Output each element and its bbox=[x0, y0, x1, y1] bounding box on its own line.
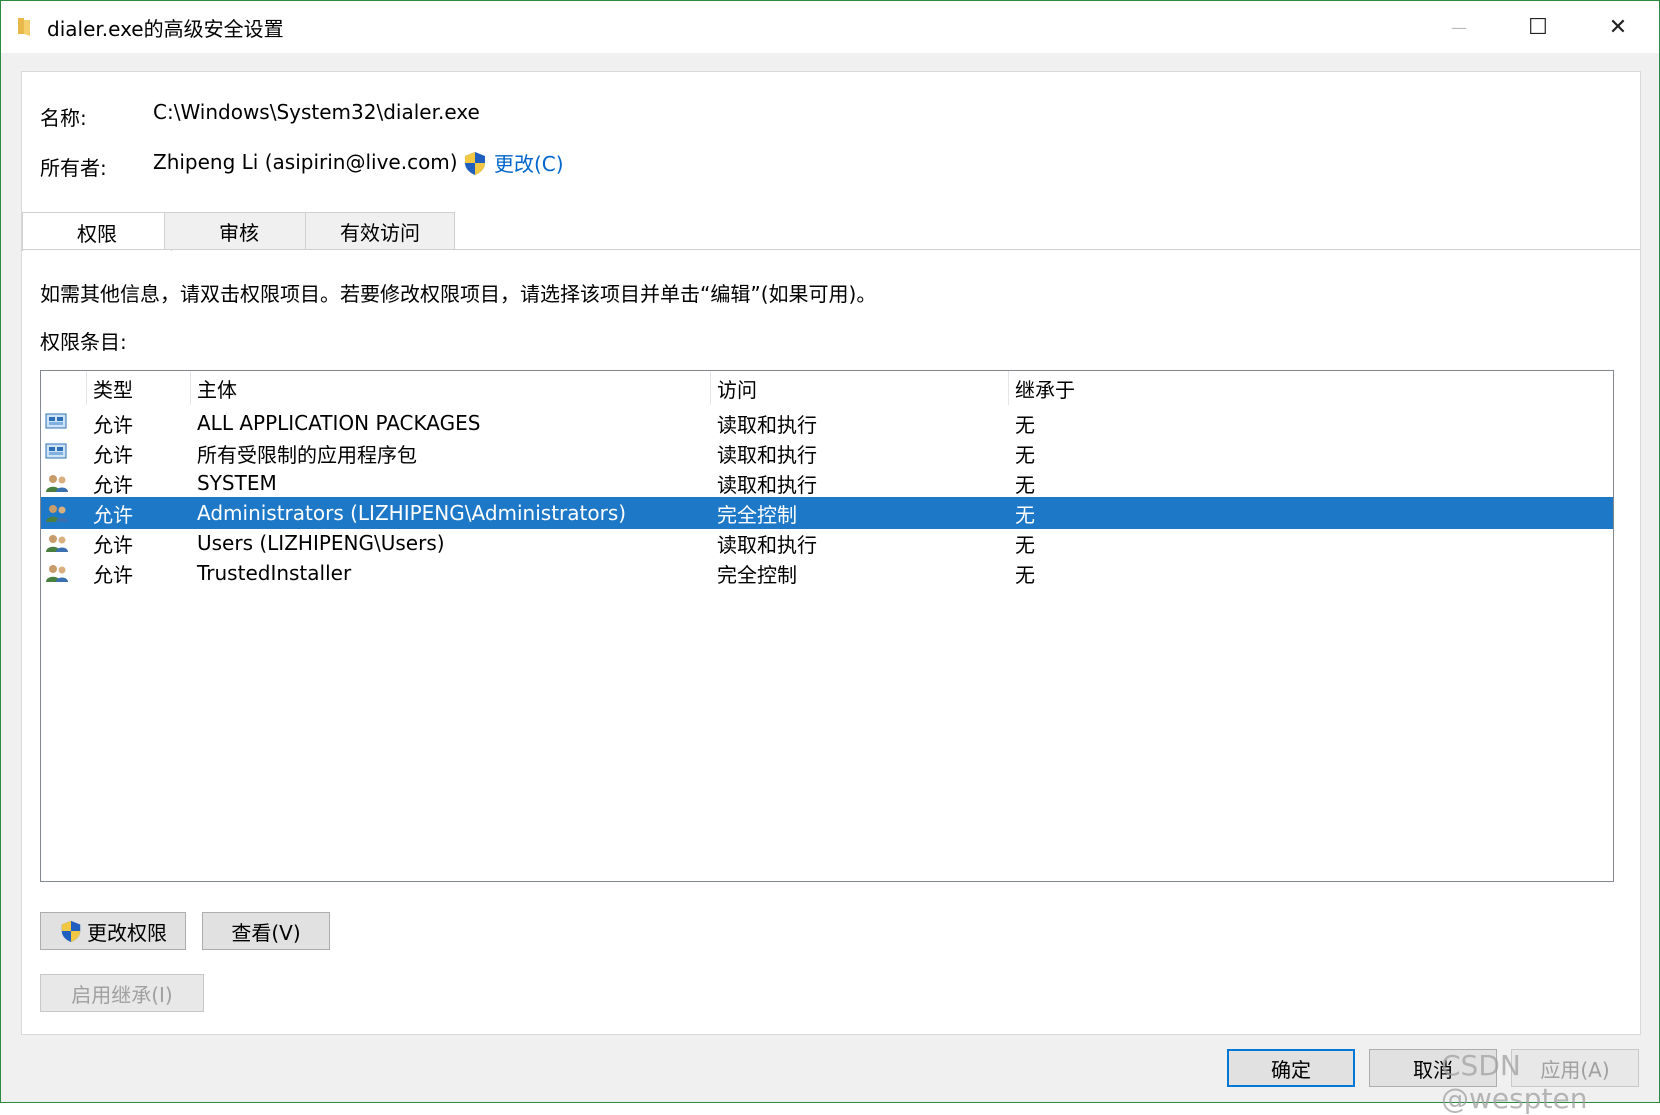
access-cell: 读取和执行 bbox=[717, 532, 817, 557]
type-cell: 允许 bbox=[93, 412, 133, 437]
tab-permissions[interactable]: 权限 bbox=[22, 212, 172, 251]
security-settings-window: dialer.exe的高级安全设置 — ☐ ✕ 名称: C:\Windows\S… bbox=[0, 0, 1660, 1115]
description-text: 如需其他信息，请双击权限项目。若要修改权限项目，请选择该项目并单击“编辑”(如果… bbox=[40, 282, 877, 306]
inherited-cell: 无 bbox=[1015, 472, 1035, 497]
app-package-icon bbox=[45, 443, 67, 459]
app-package-icon bbox=[45, 413, 67, 429]
uac-shield-icon bbox=[61, 920, 81, 943]
owner-label: 所有者: bbox=[40, 156, 107, 180]
enable-inheritance-label: 启用继承(I) bbox=[71, 982, 173, 1007]
close-icon: ✕ bbox=[1608, 14, 1628, 40]
users-group-icon bbox=[46, 565, 68, 582]
maximize-icon: ☐ bbox=[1528, 14, 1548, 40]
maximize-button[interactable]: ☐ bbox=[1498, 1, 1578, 53]
title-bar[interactable]: dialer.exe的高级安全设置 — ☐ ✕ bbox=[1, 1, 1659, 53]
users-group-icon bbox=[46, 475, 68, 492]
table-row[interactable]: 允许 Administrators (LIZHIPENG\Administrat… bbox=[41, 497, 1613, 529]
inherited-cell: 无 bbox=[1015, 532, 1035, 557]
table-row[interactable]: 允许 Users (LIZHIPENG\Users) 读取和执行 无 bbox=[41, 527, 1613, 559]
inherited-cell: 无 bbox=[1015, 502, 1035, 527]
type-cell: 允许 bbox=[93, 472, 133, 497]
column-header-access[interactable]: 访问 bbox=[711, 371, 1009, 405]
name-label: 名称: bbox=[40, 106, 87, 130]
column-header-icon[interactable] bbox=[41, 371, 87, 405]
inherited-cell: 无 bbox=[1015, 442, 1035, 467]
ok-button-label: 确定 bbox=[1271, 1057, 1311, 1082]
watermark-text: CSDN @wespten bbox=[1441, 1049, 1588, 1115]
table-row[interactable]: 允许 SYSTEM 读取和执行 无 bbox=[41, 467, 1613, 499]
minimize-icon: — bbox=[1451, 17, 1467, 37]
type-cell: 允许 bbox=[93, 532, 133, 557]
access-cell: 读取和执行 bbox=[717, 472, 817, 497]
tab-divider bbox=[22, 249, 1640, 250]
table-row[interactable]: 允许 所有受限制的应用程序包 读取和执行 无 bbox=[41, 437, 1613, 469]
users-group-icon bbox=[46, 535, 68, 552]
principal-cell: TrustedInstaller bbox=[197, 561, 352, 585]
type-cell: 允许 bbox=[93, 502, 133, 527]
access-cell: 读取和执行 bbox=[717, 412, 817, 437]
window-title: dialer.exe的高级安全设置 bbox=[47, 17, 284, 41]
inherited-cell: 无 bbox=[1015, 412, 1035, 437]
type-cell: 允许 bbox=[93, 442, 133, 467]
tab-permissions-label: 权限 bbox=[77, 221, 117, 246]
inherited-cell: 无 bbox=[1015, 562, 1035, 587]
access-cell: 完全控制 bbox=[717, 562, 797, 587]
principal-cell: Administrators (LIZHIPENG\Administrators… bbox=[197, 501, 627, 525]
change-permissions-button[interactable]: 更改权限 bbox=[40, 912, 186, 950]
principal-cell: Users (LIZHIPENG\Users) bbox=[197, 531, 445, 555]
users-group-icon bbox=[46, 505, 68, 522]
main-panel: 名称: C:\Windows\System32\dialer.exe 所有者: … bbox=[21, 71, 1641, 1035]
access-cell: 读取和执行 bbox=[717, 442, 817, 467]
tab-auditing[interactable]: 审核 bbox=[164, 212, 314, 250]
type-cell: 允许 bbox=[93, 562, 133, 587]
view-button[interactable]: 查看(V) bbox=[202, 912, 330, 950]
change-owner-link[interactable]: 更改(C) bbox=[462, 148, 564, 177]
uac-shield-icon bbox=[465, 151, 485, 175]
ok-button[interactable]: 确定 bbox=[1227, 1049, 1355, 1087]
permission-entries-label: 权限条目: bbox=[40, 330, 127, 354]
tab-effective-access-label: 有效访问 bbox=[340, 220, 420, 245]
table-row[interactable]: 允许 ALL APPLICATION PACKAGES 读取和执行 无 bbox=[41, 407, 1613, 439]
column-header-type[interactable]: 类型 bbox=[87, 371, 191, 405]
tab-effective-access[interactable]: 有效访问 bbox=[305, 212, 455, 250]
folder-icon bbox=[18, 18, 30, 36]
owner-value: Zhipeng Li (asipirin@live.com) bbox=[153, 150, 458, 174]
column-header-inherited[interactable]: 继承于 bbox=[1009, 371, 1309, 405]
change-owner-label: 更改(C) bbox=[494, 152, 564, 176]
tab-auditing-label: 审核 bbox=[219, 220, 259, 245]
change-permissions-label: 更改权限 bbox=[87, 920, 167, 945]
principal-cell: SYSTEM bbox=[197, 471, 277, 495]
permission-entries-list[interactable]: 类型 主体 访问 继承于 允许 ALL APPLICATION PACKAGES… bbox=[40, 370, 1614, 882]
access-cell: 完全控制 bbox=[717, 502, 797, 527]
enable-inheritance-button[interactable]: 启用继承(I) bbox=[40, 974, 204, 1012]
column-header-principal[interactable]: 主体 bbox=[191, 371, 711, 405]
table-row[interactable]: 允许 TrustedInstaller 完全控制 无 bbox=[41, 557, 1613, 589]
view-button-label: 查看(V) bbox=[231, 920, 301, 945]
close-button[interactable]: ✕ bbox=[1578, 1, 1658, 53]
name-value: C:\Windows\System32\dialer.exe bbox=[153, 100, 480, 124]
principal-cell: ALL APPLICATION PACKAGES bbox=[197, 411, 481, 435]
minimize-button[interactable]: — bbox=[1419, 1, 1499, 53]
principal-cell: 所有受限制的应用程序包 bbox=[197, 442, 417, 467]
